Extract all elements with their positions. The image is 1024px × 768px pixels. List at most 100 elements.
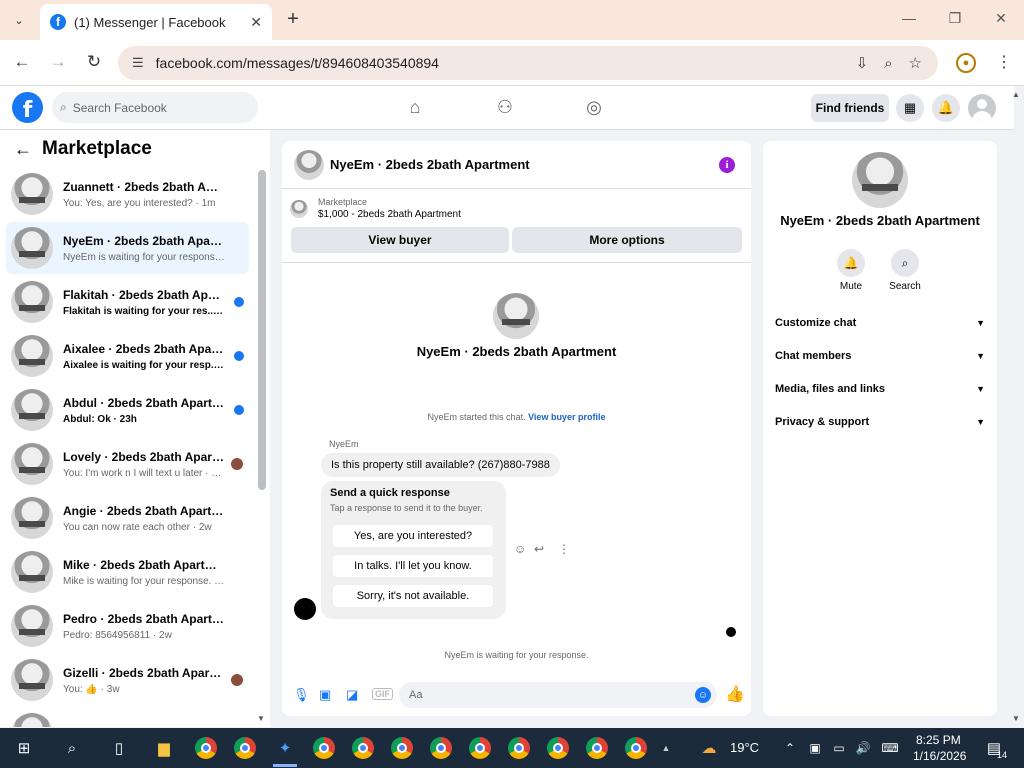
message-composer[interactable]: ☺ (399, 682, 717, 708)
site-info-icon[interactable]: ☰ (132, 55, 144, 71)
temperature[interactable]: 19°C (730, 740, 759, 755)
close-window-icon[interactable]: ✕ (986, 10, 1016, 27)
taskbar-overflow-icon[interactable]: ▲ (654, 736, 678, 760)
chrome-icon[interactable] (625, 737, 647, 759)
chrome-icon[interactable] (508, 737, 530, 759)
facebook-search[interactable]: ⌕ (52, 92, 258, 123)
chrome-icon[interactable] (547, 737, 569, 759)
back-arrow-icon[interactable]: ← (14, 139, 32, 160)
account-avatar[interactable] (968, 94, 996, 122)
search-action[interactable]: ⌕ Search (880, 249, 930, 292)
chrome-icon[interactable] (469, 737, 491, 759)
privacy-support-row[interactable]: Privacy & support ▼ (775, 412, 985, 432)
conversation-item[interactable]: Zuannett · 2beds 2bath Apartm... You: Yes… (6, 168, 249, 220)
quick-response-yes[interactable]: Yes, are you interested? (333, 525, 493, 547)
url-text[interactable]: facebook.com/messages/t/894608403540894 (156, 55, 856, 71)
info-avatar[interactable] (852, 152, 908, 208)
restore-icon[interactable]: ❐ (940, 10, 970, 27)
browser-menu-icon[interactable]: ⋮ (996, 52, 1012, 72)
network-icon[interactable]: ▭ (827, 736, 851, 760)
chrome-icon[interactable] (195, 737, 217, 759)
thumbs-up-icon[interactable]: 👍 (725, 684, 745, 704)
clock-date[interactable]: 1/16/2026 (913, 749, 966, 763)
chrome-icon[interactable] (352, 737, 374, 759)
minimize-icon[interactable]: — (894, 10, 924, 26)
volume-icon[interactable]: 🔊 (851, 736, 875, 760)
windows-start-icon[interactable]: ⊞ (12, 736, 36, 760)
chrome-icon[interactable] (586, 737, 608, 759)
reply-icon[interactable]: ↩ (534, 542, 544, 556)
chrome-icon[interactable] (391, 737, 413, 759)
friends-icon[interactable]: ⚇ (493, 97, 517, 119)
incoming-message[interactable]: Is this property still available? (267)8… (321, 453, 560, 477)
address-bar[interactable]: ☰ facebook.com/messages/t/89460840354089… (118, 46, 938, 80)
facebook-logo-icon[interactable]: f (12, 92, 43, 123)
chrome-icon[interactable] (234, 737, 256, 759)
conversation-item[interactable]: Flakitah · 2beds 2bath Apart... Flakitah … (6, 276, 249, 328)
chrome-icon[interactable] (430, 737, 452, 759)
profile-avatar[interactable] (493, 293, 539, 339)
conversation-item[interactable]: Mike · 2beds 2bath Apartment Mike is wait… (6, 546, 249, 598)
microphone-icon[interactable]: 🎙 (293, 687, 310, 703)
chat-members-row[interactable]: Chat members ▼ (775, 346, 985, 366)
browser-profile-icon[interactable]: ● (956, 53, 976, 73)
conversation-item[interactable]: Noelia · 2beds 2bath Apartm... (6, 708, 249, 727)
bookmark-star-icon[interactable]: ☆ (909, 54, 922, 72)
customize-chat-row[interactable]: Customize chat ▼ (775, 313, 985, 333)
chrome-icon[interactable] (313, 737, 335, 759)
tab-close-icon[interactable]: ✕ (250, 14, 262, 31)
marketplace-listing[interactable]: Marketplace $1,000 - 2beds 2bath Apartme… (290, 197, 461, 220)
chat-avatar[interactable] (294, 149, 324, 180)
sender-avatar[interactable] (294, 598, 316, 620)
clock-time[interactable]: 8:25 PM (916, 733, 961, 747)
forward-icon[interactable]: → (46, 52, 70, 72)
weather-icon[interactable]: ☁ (697, 736, 721, 760)
camera-icon[interactable]: ▣ (803, 736, 827, 760)
new-tab-icon[interactable]: + (282, 8, 304, 31)
tab-list-chevron-icon[interactable]: ⌄ (8, 9, 30, 31)
more-options-button[interactable]: More options (512, 227, 742, 253)
conversation-scrollbar[interactable] (258, 170, 266, 490)
page-scroll-up-icon[interactable]: ▲ (1012, 90, 1020, 99)
install-app-icon[interactable]: ⇩ (856, 54, 869, 72)
message-input[interactable] (409, 689, 695, 701)
conversation-item[interactable]: Abdul · 2beds 2bath Apartment Abdul: Ok ·… (6, 384, 249, 436)
photo-icon[interactable]: ▣ (319, 687, 331, 703)
conversation-item[interactable]: Angie · 2beds 2bath Apartment You can now… (6, 492, 249, 544)
back-icon[interactable]: ← (10, 52, 34, 72)
groups-icon[interactable]: ◎ (582, 97, 606, 119)
scroll-down-icon[interactable]: ▼ (257, 714, 265, 723)
react-emoji-icon[interactable]: ☺ (514, 542, 526, 556)
keyboard-icon[interactable]: ⌨ (878, 736, 902, 760)
bell-icon[interactable]: 🔔 (837, 249, 865, 277)
reload-icon[interactable]: ↻ (82, 52, 106, 72)
media-files-links-row[interactable]: Media, files and links ▼ (775, 379, 985, 399)
page-scroll-down-icon[interactable]: ▼ (1012, 714, 1020, 723)
conversation-item[interactable]: Lovely · 2beds 2bath Apartm... You: I'm w… (6, 438, 249, 490)
sticker-icon[interactable]: ◪ (346, 687, 358, 703)
view-buyer-button[interactable]: View buyer (291, 227, 509, 253)
app-icon[interactable]: ✦ (273, 736, 297, 760)
conversation-item[interactable]: NyeEm · 2beds 2bath Apartment NyeEm is wa… (6, 222, 249, 274)
conversation-item[interactable]: Pedro · 2beds 2bath Apartment Pedro: 8564… (6, 600, 249, 652)
zoom-icon[interactable]: ⌕ (884, 55, 892, 72)
file-explorer-icon[interactable]: ▆ (152, 736, 176, 760)
tray-chevron-icon[interactable]: ⌃ (778, 736, 802, 760)
menu-grid-icon[interactable]: ▦ (896, 94, 924, 122)
search-input[interactable] (72, 100, 243, 115)
browser-tab-messenger[interactable]: f (1) Messenger | Facebook ✕ (40, 4, 272, 40)
mute-action[interactable]: 🔔 Mute (826, 249, 876, 292)
conversation-item[interactable]: Aixalee · 2beds 2bath Apartm... Aixalee i… (6, 330, 249, 382)
quick-response-not-available[interactable]: Sorry, it's not available. (333, 585, 493, 607)
gif-icon[interactable]: GIF (372, 688, 393, 700)
search-icon[interactable]: ⌕ (891, 249, 919, 277)
find-friends-button[interactable]: Find friends (811, 94, 889, 122)
more-actions-icon[interactable]: ⋮ (558, 542, 570, 556)
taskbar-search-icon[interactable]: ⌕ (60, 736, 84, 760)
conversation-item[interactable]: Gizelli · 2beds 2bath Apartm... You: 👍 · … (6, 654, 249, 706)
home-icon[interactable]: ⌂ (403, 97, 427, 119)
chat-title[interactable]: NyeEm · 2beds 2bath Apartment (330, 157, 530, 172)
view-buyer-profile-link[interactable]: View buyer profile (528, 412, 605, 422)
quick-response-in-talks[interactable]: In talks. I'll let you know. (333, 555, 493, 577)
emoji-icon[interactable]: ☺ (695, 687, 711, 703)
